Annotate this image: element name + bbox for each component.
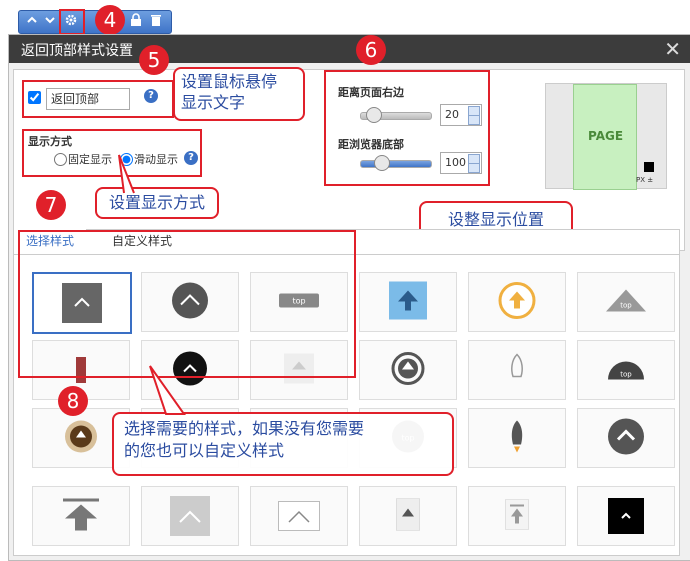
style-option[interactable] bbox=[359, 486, 457, 546]
close-icon[interactable]: ✕ bbox=[664, 37, 681, 61]
top-dome-icon: top bbox=[604, 356, 648, 385]
step-number-8: 8 bbox=[58, 386, 88, 416]
help-icon[interactable]: ? bbox=[144, 89, 158, 103]
preview-top-button bbox=[644, 162, 654, 172]
preview-px-label: PX ± bbox=[636, 176, 654, 184]
style-text: top bbox=[620, 302, 632, 310]
chevron-up-outline-icon bbox=[278, 501, 320, 531]
style-option[interactable] bbox=[468, 408, 566, 468]
style-option[interactable] bbox=[359, 272, 457, 332]
style-option[interactable]: top bbox=[577, 340, 675, 400]
rocket-icon bbox=[507, 419, 527, 458]
position-box: 距离页面右边 20 距浏览器底部 100 bbox=[324, 70, 490, 186]
bottom-distance-value: 100 bbox=[445, 156, 466, 169]
help-icon[interactable]: ? bbox=[184, 151, 198, 165]
right-distance-label: 距离页面右边 bbox=[338, 86, 404, 99]
styles-callout: 选择需要的样式，如果没有您需要 的您也可以自定义样式 bbox=[112, 412, 454, 476]
hover-text-callout: 设置鼠标悬停 显示文字 bbox=[173, 67, 305, 121]
arrow-up-circle-icon bbox=[498, 282, 536, 323]
step-number-7: 7 bbox=[36, 190, 66, 220]
rocket-outline-icon bbox=[507, 353, 527, 388]
dialog-title: 返回顶部样式设置 bbox=[21, 43, 133, 59]
hover-text-box: 返回顶部 ? bbox=[22, 80, 174, 118]
preview-page-label: PAGE bbox=[588, 129, 624, 143]
trash-icon[interactable] bbox=[147, 13, 165, 31]
arrow-up-page-icon bbox=[395, 498, 421, 534]
chevron-up-circle-icon bbox=[606, 417, 646, 460]
arrow-up-circle-icon bbox=[391, 352, 425, 389]
display-mode-heading: 显示方式 bbox=[28, 135, 72, 148]
bottom-distance-slider[interactable] bbox=[360, 160, 432, 168]
right-slider-handle[interactable] bbox=[366, 107, 382, 123]
style-tab-panel: 选择样式 自定义样式 top top top 8 选择需要的样式，如果没有您需要… bbox=[13, 229, 680, 556]
chevron-up-square-icon bbox=[170, 496, 210, 536]
chevron-up-icon[interactable] bbox=[23, 13, 41, 31]
hover-text-input[interactable]: 返回顶部 bbox=[46, 88, 130, 110]
style-option[interactable] bbox=[32, 486, 130, 546]
style-option[interactable] bbox=[577, 486, 675, 546]
preview-page: PAGE bbox=[573, 84, 637, 190]
style-text: top bbox=[620, 371, 632, 379]
step-number-4: 4 bbox=[95, 5, 125, 35]
bottom-distance-label: 距浏览器底部 bbox=[338, 138, 404, 151]
style-option[interactable] bbox=[468, 340, 566, 400]
fixed-radio[interactable] bbox=[54, 153, 67, 166]
top-triangle-icon: top bbox=[604, 288, 648, 317]
gear-icon[interactable] bbox=[62, 13, 80, 31]
style-option[interactable] bbox=[359, 340, 457, 400]
step-number-5: 5 bbox=[139, 45, 169, 75]
arrow-up-box-icon bbox=[389, 281, 427, 323]
spin-down-icon[interactable] bbox=[468, 163, 480, 173]
styles-highlight bbox=[18, 230, 356, 378]
spin-down-icon[interactable] bbox=[468, 115, 480, 125]
step-number-6: 6 bbox=[356, 35, 386, 65]
position-preview: PAGE PX ± bbox=[545, 83, 667, 190]
arrow-up-badge-icon bbox=[64, 420, 98, 457]
sliding-label: 滑动显示 bbox=[134, 153, 178, 166]
style-option[interactable] bbox=[250, 486, 348, 546]
style-option[interactable] bbox=[577, 408, 675, 468]
chevron-down-icon[interactable] bbox=[41, 13, 59, 31]
dialog-titlebar: 返回顶部样式设置 ✕ bbox=[9, 35, 690, 63]
element-toolbar: 4 bbox=[18, 5, 172, 35]
show-top-checkbox[interactable] bbox=[28, 91, 41, 104]
bottom-distance-input[interactable]: 100 bbox=[440, 152, 482, 174]
style-option[interactable] bbox=[468, 272, 566, 332]
style-option[interactable] bbox=[468, 486, 566, 546]
callout-pointer bbox=[118, 154, 135, 194]
bottom-slider-handle[interactable] bbox=[374, 155, 390, 171]
style-option[interactable] bbox=[141, 486, 239, 546]
style-settings-dialog: 返回顶部样式设置 ✕ 返回顶部 ? 5 设置鼠标悬停 显示文字 显示方式 固定显… bbox=[8, 34, 690, 561]
lock-icon[interactable] bbox=[127, 13, 145, 31]
arrow-up-bar-icon bbox=[61, 497, 101, 536]
chevron-up-square-icon bbox=[608, 498, 644, 534]
style-option[interactable]: top bbox=[577, 272, 675, 332]
right-distance-value: 20 bbox=[445, 108, 459, 121]
arrow-up-doc-icon bbox=[504, 499, 530, 533]
callout-pointer bbox=[149, 365, 186, 415]
right-distance-input[interactable]: 20 bbox=[440, 104, 482, 126]
